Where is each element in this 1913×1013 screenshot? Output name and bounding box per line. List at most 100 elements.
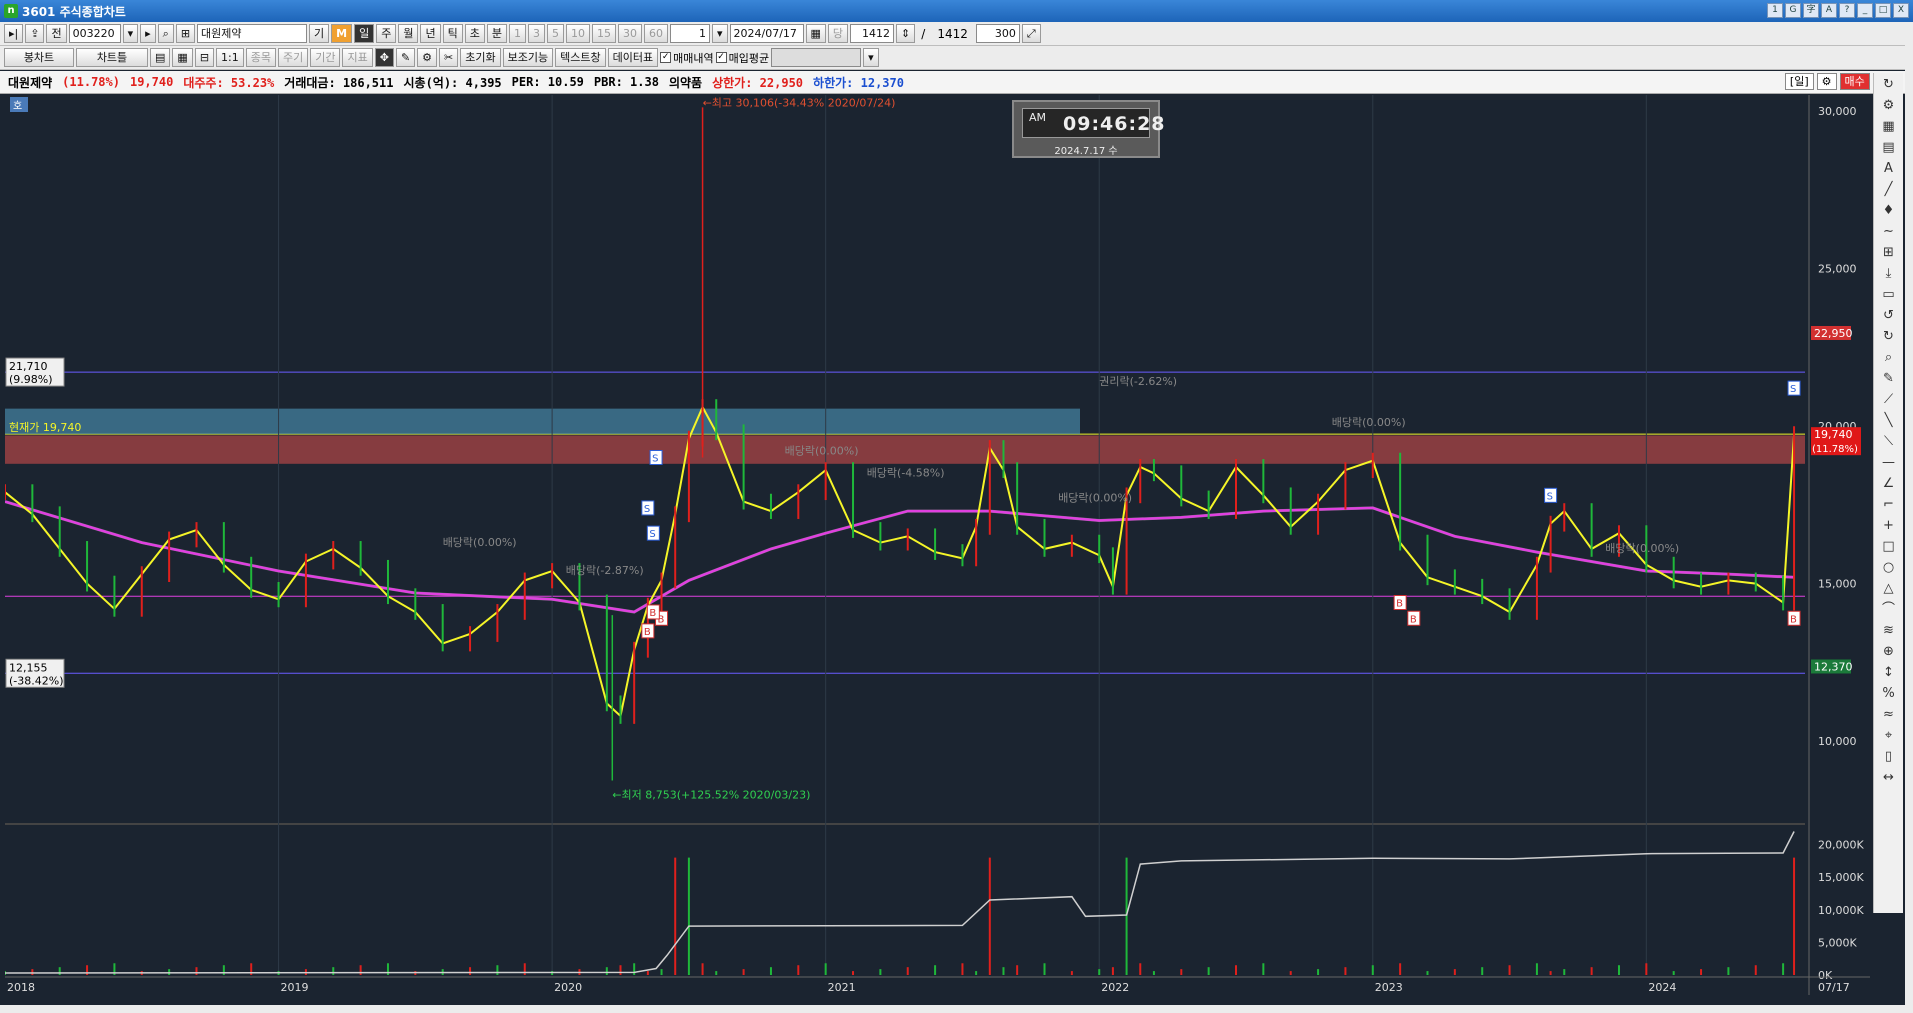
- code-dropdown-icon[interactable]: ▾: [122, 24, 139, 43]
- trade-history-checkbox[interactable]: ✓ 매매내역: [660, 50, 714, 66]
- side-tool-19[interactable]: ∠: [1878, 474, 1900, 493]
- side-tool-29[interactable]: %: [1878, 684, 1900, 703]
- m-button[interactable]: M: [331, 24, 353, 43]
- current-button[interactable]: 당: [827, 24, 849, 43]
- period-second-tab[interactable]: 초: [464, 24, 485, 43]
- period-month-tab[interactable]: 월: [398, 24, 419, 43]
- side-tool-17[interactable]: ⟍: [1878, 432, 1900, 451]
- side-tool-25[interactable]: ⌒: [1878, 600, 1900, 619]
- help-button[interactable]: ?: [1839, 3, 1855, 18]
- aux-button[interactable]: 보조기능: [502, 48, 554, 67]
- minute-30-button[interactable]: 30: [617, 24, 642, 43]
- side-tool-0[interactable]: ↻: [1878, 75, 1900, 94]
- side-tool-10[interactable]: ▭: [1878, 285, 1900, 304]
- period-tick-tab[interactable]: 틱: [442, 24, 463, 43]
- minute-15-button[interactable]: 15: [591, 24, 616, 43]
- prev-next-icon[interactable]: ▸|: [4, 24, 24, 43]
- side-tool-13[interactable]: ⌕: [1878, 348, 1900, 367]
- compare-icon[interactable]: ⊞: [175, 24, 196, 43]
- side-tool-2[interactable]: ▦: [1878, 117, 1900, 136]
- period-button[interactable]: 주기: [277, 48, 309, 67]
- side-tool-7[interactable]: ∼: [1878, 222, 1900, 241]
- side-tool-24[interactable]: △: [1878, 579, 1900, 598]
- scissors-icon[interactable]: ✂: [439, 48, 459, 67]
- search-icon[interactable]: ⌕: [157, 24, 174, 43]
- side-tool-11[interactable]: ↺: [1878, 306, 1900, 325]
- count-input[interactable]: 1: [669, 24, 710, 43]
- settings-gear-icon[interactable]: ⚙: [417, 48, 438, 67]
- side-tool-4[interactable]: A: [1878, 159, 1900, 178]
- side-tool-33[interactable]: ↔: [1878, 768, 1900, 787]
- display-count-input[interactable]: 300: [975, 24, 1020, 43]
- window-btn-font[interactable]: 字: [1803, 3, 1819, 18]
- minute-5-button[interactable]: 5: [546, 24, 564, 43]
- side-tool-8[interactable]: ⊞: [1878, 243, 1900, 262]
- side-tool-3[interactable]: ▤: [1878, 138, 1900, 157]
- window-btn-g[interactable]: G: [1785, 3, 1801, 18]
- side-tool-14[interactable]: ✎: [1878, 369, 1900, 388]
- pin-icon[interactable]: ⇪: [25, 24, 45, 43]
- range-button[interactable]: 기간: [310, 48, 341, 67]
- brush-icon[interactable]: ✎: [395, 48, 416, 67]
- save-icon[interactable]: ▤: [150, 48, 171, 67]
- avg-price-select[interactable]: [771, 48, 862, 67]
- maximize-button[interactable]: □: [1875, 3, 1891, 18]
- date-input[interactable]: 2024/07/17: [729, 24, 804, 43]
- calendar-icon[interactable]: ▦: [805, 24, 826, 43]
- side-tool-21[interactable]: +: [1878, 516, 1900, 535]
- count-dropdown-icon[interactable]: ▾: [711, 24, 728, 43]
- chart-type-select[interactable]: 봉차트: [4, 48, 74, 67]
- side-tool-22[interactable]: □: [1878, 537, 1900, 556]
- side-tool-26[interactable]: ≋: [1878, 621, 1900, 640]
- close-button[interactable]: X: [1893, 3, 1909, 18]
- item-button[interactable]: 종목: [245, 48, 276, 67]
- all-button[interactable]: 전: [46, 24, 67, 43]
- side-tool-32[interactable]: ▯: [1878, 747, 1900, 766]
- side-tool-28[interactable]: ↕: [1878, 663, 1900, 682]
- chart-frame-select[interactable]: 차트틀: [76, 48, 148, 67]
- minute-3-button[interactable]: 3: [527, 24, 545, 43]
- side-tool-16[interactable]: ╲: [1878, 411, 1900, 430]
- gear-icon[interactable]: ⚙: [1816, 73, 1837, 90]
- chart-canvas[interactable]: 30,00025,00020,00015,00010,00020,000K15,…: [5, 95, 1870, 1005]
- grid-icon[interactable]: ▦: [172, 48, 193, 67]
- period-indicator-button[interactable]: [일]: [1784, 73, 1814, 90]
- minimize-button[interactable]: _: [1857, 3, 1873, 18]
- window-btn-a[interactable]: A: [1821, 3, 1837, 18]
- side-tool-9[interactable]: ⤓: [1878, 264, 1900, 283]
- apply-icon[interactable]: ⤢: [1021, 24, 1041, 43]
- indicator-button[interactable]: 지표: [342, 48, 373, 67]
- avg-price-checkbox[interactable]: ✓ 매입평균: [715, 50, 769, 66]
- stock-name-field[interactable]: 대원제약: [197, 24, 308, 43]
- side-tool-30[interactable]: ≈: [1878, 705, 1900, 724]
- side-tool-27[interactable]: ⊕: [1878, 642, 1900, 661]
- period-week-tab[interactable]: 주: [376, 24, 397, 43]
- data-table-button[interactable]: 데이터표: [607, 48, 659, 67]
- crosshair-icon[interactable]: ✥: [374, 48, 394, 67]
- side-tool-12[interactable]: ↻: [1878, 327, 1900, 346]
- view-count-stepper[interactable]: ⇕: [896, 24, 916, 43]
- side-tool-18[interactable]: —: [1878, 453, 1900, 472]
- period-day-tab[interactable]: 일: [354, 24, 375, 43]
- text-window-button[interactable]: 텍스트창: [555, 48, 606, 67]
- period-year-tab[interactable]: 년: [420, 24, 441, 43]
- gi-button[interactable]: 기: [309, 24, 330, 43]
- price-chart[interactable]: 30,000 25,000 20,000 15,000 10,000 20,000K 15,…: [5, 95, 1870, 1005]
- stock-code-input[interactable]: 003220: [68, 24, 121, 43]
- side-tool-15[interactable]: ⟋: [1878, 390, 1900, 409]
- minute-1-button[interactable]: 1: [508, 24, 526, 43]
- buy-button[interactable]: 매수: [1839, 73, 1870, 90]
- side-tool-23[interactable]: ○: [1878, 558, 1900, 577]
- window-btn-1[interactable]: 1: [1767, 3, 1783, 18]
- minute-10-button[interactable]: 10: [565, 24, 590, 43]
- period-minute-tab[interactable]: 분: [486, 24, 507, 43]
- reset-button[interactable]: 초기화: [460, 48, 501, 67]
- split-icon[interactable]: ⊟: [194, 48, 215, 67]
- side-tool-5[interactable]: ╱: [1878, 180, 1900, 199]
- minute-60-button[interactable]: 60: [643, 24, 668, 43]
- ratio-icon[interactable]: 1:1: [216, 48, 244, 67]
- arrow-right-icon[interactable]: ▸: [140, 24, 156, 43]
- view-count-input[interactable]: 1412: [850, 24, 895, 43]
- side-tool-20[interactable]: ⌐: [1878, 495, 1900, 514]
- side-tool-6[interactable]: ♦: [1878, 201, 1900, 220]
